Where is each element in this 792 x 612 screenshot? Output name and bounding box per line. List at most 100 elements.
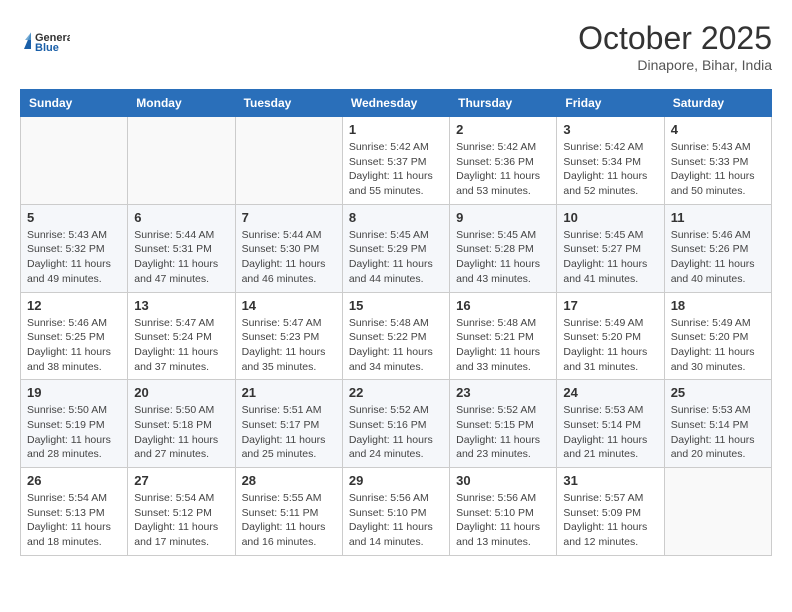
day-number: 10 bbox=[563, 210, 657, 225]
day-info: Sunrise: 5:50 AM Sunset: 5:18 PM Dayligh… bbox=[134, 403, 228, 462]
calendar-cell: 7 Sunrise: 5:44 AM Sunset: 5:30 PM Daylig… bbox=[235, 204, 342, 292]
calendar-cell: 29 Sunrise: 5:56 AM Sunset: 5:10 PM Dayli… bbox=[342, 468, 449, 556]
day-info: Sunrise: 5:47 AM Sunset: 5:24 PM Dayligh… bbox=[134, 316, 228, 375]
calendar-cell: 12Sunrise: 5:46 AM Sunset: 5:25 PM Dayli… bbox=[21, 292, 128, 380]
week-row-4: 19 Sunrise: 5:50 AM Sunset: 5:19 PM Dayli… bbox=[21, 380, 772, 468]
calendar-cell: 20 Sunrise: 5:50 AM Sunset: 5:18 PM Dayli… bbox=[128, 380, 235, 468]
calendar-cell: 25 Sunrise: 5:53 AM Sunset: 5:14 PM Dayli… bbox=[664, 380, 771, 468]
weekday-header-row: SundayMondayTuesdayWednesdayThursdayFrid… bbox=[21, 90, 772, 117]
weekday-header-tuesday: Tuesday bbox=[235, 90, 342, 117]
calendar-cell bbox=[664, 468, 771, 556]
day-info: Sunrise: 5:43 AM Sunset: 5:33 PM Dayligh… bbox=[671, 140, 765, 199]
calendar-cell: 26Sunrise: 5:54 AM Sunset: 5:13 PM Dayli… bbox=[21, 468, 128, 556]
day-number: 27 bbox=[134, 473, 228, 488]
day-number: 16 bbox=[456, 298, 550, 313]
day-number: 25 bbox=[671, 385, 765, 400]
day-info: Sunrise: 5:53 AM Sunset: 5:14 PM Dayligh… bbox=[671, 403, 765, 462]
calendar-cell: 8 Sunrise: 5:45 AM Sunset: 5:29 PM Daylig… bbox=[342, 204, 449, 292]
logo-svg: General Blue bbox=[20, 20, 70, 65]
day-number: 21 bbox=[242, 385, 336, 400]
calendar-cell bbox=[235, 117, 342, 205]
day-info: Sunrise: 5:43 AM Sunset: 5:32 PM Dayligh… bbox=[27, 228, 121, 287]
calendar-cell: 10 Sunrise: 5:45 AM Sunset: 5:27 PM Dayli… bbox=[557, 204, 664, 292]
calendar-cell bbox=[128, 117, 235, 205]
day-info: Sunrise: 5:51 AM Sunset: 5:17 PM Dayligh… bbox=[242, 403, 336, 462]
day-number: 7 bbox=[242, 210, 336, 225]
weekday-header-wednesday: Wednesday bbox=[342, 90, 449, 117]
calendar-cell: 1 Sunrise: 5:42 AM Sunset: 5:37 PM Daylig… bbox=[342, 117, 449, 205]
day-info: Sunrise: 5:48 AM Sunset: 5:21 PM Dayligh… bbox=[456, 316, 550, 375]
day-number: 6 bbox=[134, 210, 228, 225]
calendar-cell: 11 Sunrise: 5:46 AM Sunset: 5:26 PM Dayli… bbox=[664, 204, 771, 292]
day-number: 11 bbox=[671, 210, 765, 225]
calendar-cell: 24Sunrise: 5:53 AM Sunset: 5:14 PM Dayli… bbox=[557, 380, 664, 468]
calendar-cell: 14Sunrise: 5:47 AM Sunset: 5:23 PM Dayli… bbox=[235, 292, 342, 380]
calendar-cell: 28 Sunrise: 5:55 AM Sunset: 5:11 PM Dayli… bbox=[235, 468, 342, 556]
month-title: October 2025 bbox=[578, 20, 772, 57]
day-info: Sunrise: 5:47 AM Sunset: 5:23 PM Dayligh… bbox=[242, 316, 336, 375]
day-info: Sunrise: 5:56 AM Sunset: 5:10 PM Dayligh… bbox=[349, 491, 443, 550]
day-number: 9 bbox=[456, 210, 550, 225]
weekday-header-thursday: Thursday bbox=[450, 90, 557, 117]
day-info: Sunrise: 5:52 AM Sunset: 5:15 PM Dayligh… bbox=[456, 403, 550, 462]
day-info: Sunrise: 5:42 AM Sunset: 5:37 PM Dayligh… bbox=[349, 140, 443, 199]
day-number: 3 bbox=[563, 122, 657, 137]
calendar-cell: 5 Sunrise: 5:43 AM Sunset: 5:32 PM Daylig… bbox=[21, 204, 128, 292]
calendar-cell: 16 Sunrise: 5:48 AM Sunset: 5:21 PM Dayli… bbox=[450, 292, 557, 380]
day-info: Sunrise: 5:44 AM Sunset: 5:31 PM Dayligh… bbox=[134, 228, 228, 287]
day-number: 17 bbox=[563, 298, 657, 313]
day-number: 18 bbox=[671, 298, 765, 313]
page-header: General Blue October 2025 Dinapore, Biha… bbox=[20, 20, 772, 73]
calendar-cell: 31Sunrise: 5:57 AM Sunset: 5:09 PM Dayli… bbox=[557, 468, 664, 556]
day-info: Sunrise: 5:50 AM Sunset: 5:19 PM Dayligh… bbox=[27, 403, 121, 462]
calendar-cell: 21 Sunrise: 5:51 AM Sunset: 5:17 PM Dayli… bbox=[235, 380, 342, 468]
calendar-cell: 18Sunrise: 5:49 AM Sunset: 5:20 PM Dayli… bbox=[664, 292, 771, 380]
day-info: Sunrise: 5:49 AM Sunset: 5:20 PM Dayligh… bbox=[563, 316, 657, 375]
day-info: Sunrise: 5:54 AM Sunset: 5:12 PM Dayligh… bbox=[134, 491, 228, 550]
calendar-table: SundayMondayTuesdayWednesdayThursdayFrid… bbox=[20, 89, 772, 556]
logo: General Blue bbox=[20, 20, 70, 65]
day-info: Sunrise: 5:55 AM Sunset: 5:11 PM Dayligh… bbox=[242, 491, 336, 550]
day-number: 2 bbox=[456, 122, 550, 137]
day-info: Sunrise: 5:44 AM Sunset: 5:30 PM Dayligh… bbox=[242, 228, 336, 287]
calendar-cell: 4Sunrise: 5:43 AM Sunset: 5:33 PM Daylig… bbox=[664, 117, 771, 205]
day-number: 29 bbox=[349, 473, 443, 488]
day-info: Sunrise: 5:46 AM Sunset: 5:25 PM Dayligh… bbox=[27, 316, 121, 375]
day-number: 1 bbox=[349, 122, 443, 137]
weekday-header-monday: Monday bbox=[128, 90, 235, 117]
day-number: 5 bbox=[27, 210, 121, 225]
day-info: Sunrise: 5:42 AM Sunset: 5:34 PM Dayligh… bbox=[563, 140, 657, 199]
day-info: Sunrise: 5:46 AM Sunset: 5:26 PM Dayligh… bbox=[671, 228, 765, 287]
calendar-cell: 22 Sunrise: 5:52 AM Sunset: 5:16 PM Dayli… bbox=[342, 380, 449, 468]
day-number: 26 bbox=[27, 473, 121, 488]
calendar-cell: 3 Sunrise: 5:42 AM Sunset: 5:34 PM Daylig… bbox=[557, 117, 664, 205]
day-number: 22 bbox=[349, 385, 443, 400]
calendar-cell: 13 Sunrise: 5:47 AM Sunset: 5:24 PM Dayli… bbox=[128, 292, 235, 380]
week-row-2: 5 Sunrise: 5:43 AM Sunset: 5:32 PM Daylig… bbox=[21, 204, 772, 292]
calendar-cell: 15Sunrise: 5:48 AM Sunset: 5:22 PM Dayli… bbox=[342, 292, 449, 380]
calendar-cell: 9Sunrise: 5:45 AM Sunset: 5:28 PM Daylig… bbox=[450, 204, 557, 292]
day-info: Sunrise: 5:42 AM Sunset: 5:36 PM Dayligh… bbox=[456, 140, 550, 199]
weekday-header-friday: Friday bbox=[557, 90, 664, 117]
day-info: Sunrise: 5:56 AM Sunset: 5:10 PM Dayligh… bbox=[456, 491, 550, 550]
calendar-cell: 19 Sunrise: 5:50 AM Sunset: 5:19 PM Dayli… bbox=[21, 380, 128, 468]
weekday-header-sunday: Sunday bbox=[21, 90, 128, 117]
location: Dinapore, Bihar, India bbox=[578, 57, 772, 73]
day-number: 28 bbox=[242, 473, 336, 488]
day-number: 8 bbox=[349, 210, 443, 225]
day-number: 19 bbox=[27, 385, 121, 400]
day-number: 31 bbox=[563, 473, 657, 488]
day-number: 15 bbox=[349, 298, 443, 313]
day-number: 13 bbox=[134, 298, 228, 313]
day-info: Sunrise: 5:52 AM Sunset: 5:16 PM Dayligh… bbox=[349, 403, 443, 462]
calendar-cell: 30Sunrise: 5:56 AM Sunset: 5:10 PM Dayli… bbox=[450, 468, 557, 556]
week-row-1: 1 Sunrise: 5:42 AM Sunset: 5:37 PM Daylig… bbox=[21, 117, 772, 205]
calendar-cell: 6 Sunrise: 5:44 AM Sunset: 5:31 PM Daylig… bbox=[128, 204, 235, 292]
calendar-cell: 2 Sunrise: 5:42 AM Sunset: 5:36 PM Daylig… bbox=[450, 117, 557, 205]
day-number: 20 bbox=[134, 385, 228, 400]
day-info: Sunrise: 5:45 AM Sunset: 5:27 PM Dayligh… bbox=[563, 228, 657, 287]
day-info: Sunrise: 5:45 AM Sunset: 5:29 PM Dayligh… bbox=[349, 228, 443, 287]
day-number: 24 bbox=[563, 385, 657, 400]
calendar-cell bbox=[21, 117, 128, 205]
day-number: 23 bbox=[456, 385, 550, 400]
